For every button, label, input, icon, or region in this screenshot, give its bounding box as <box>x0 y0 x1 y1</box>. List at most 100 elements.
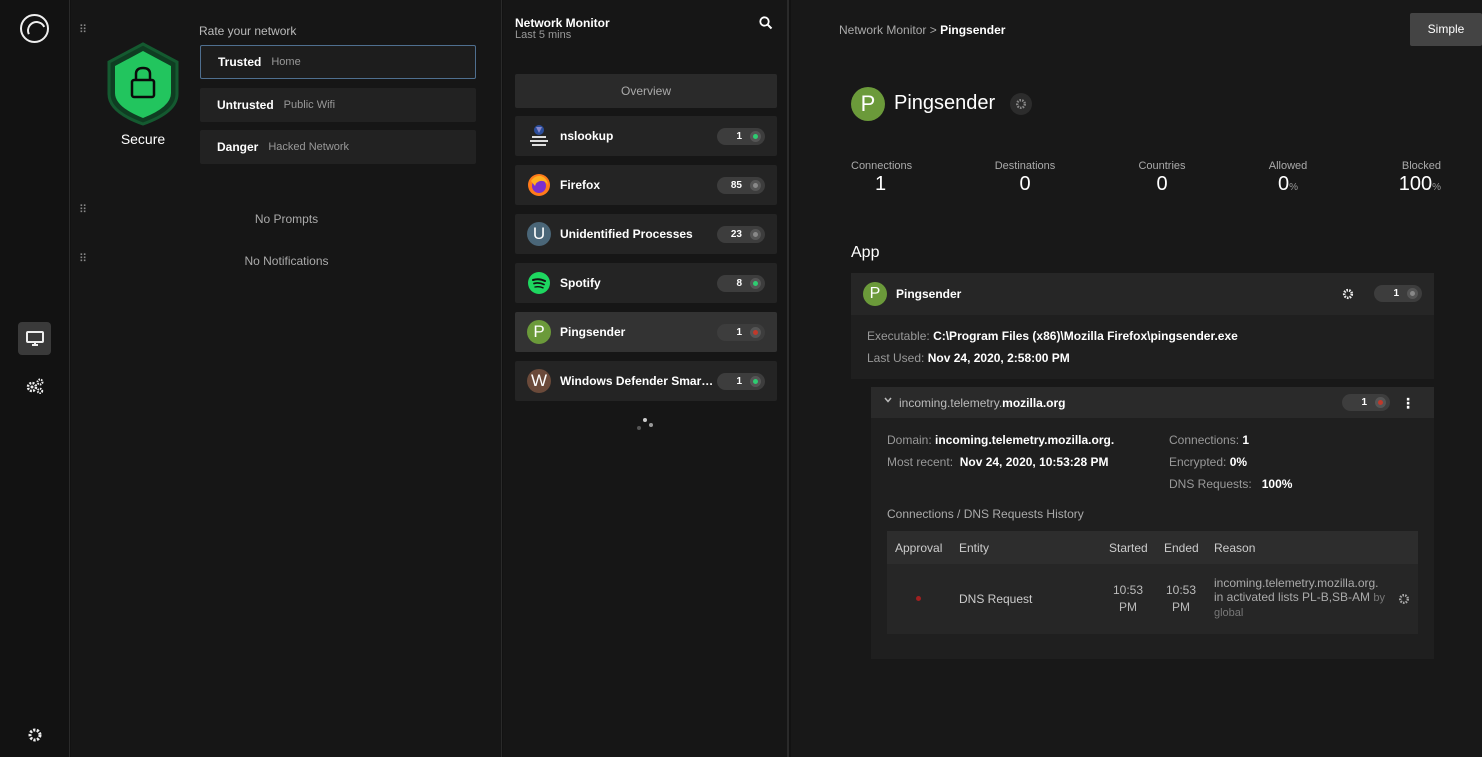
app-card-name: Pingsender <box>896 287 962 301</box>
connections-value: 1 <box>1242 433 1250 447</box>
secure-status-label: Secure <box>120 131 166 147</box>
monitor-icon[interactable] <box>18 322 51 355</box>
connection-count-badge: 1 <box>717 128 765 145</box>
stat-value: 1 <box>875 173 887 195</box>
nslookup-icon <box>527 124 551 148</box>
process-item-firefox[interactable]: Firefox 85 <box>515 165 777 205</box>
most-recent-value: Nov 24, 2020, 10:53:28 PM <box>959 455 1109 469</box>
rate-option-name: Trusted <box>218 55 262 69</box>
app-info-card: P Pingsender 1 Executable: C:\Program Fi… <box>851 273 1434 379</box>
settings-gear-icon[interactable] <box>18 718 51 751</box>
process-name: Windows Defender SmartS... <box>560 374 716 388</box>
gear-icon[interactable] <box>1342 288 1354 300</box>
app-card-header[interactable]: P Pingsender 1 <box>851 273 1434 315</box>
stat-connections: Connections 1 <box>851 160 913 196</box>
breadcrumb-root[interactable]: Network Monitor <box>839 23 926 37</box>
column-header[interactable]: Entity <box>959 541 989 555</box>
executable-row: Executable: C:\Program Files (x86)\Mozil… <box>867 329 1238 343</box>
rate-option-danger[interactable]: Danger Hacked Network <box>200 130 476 164</box>
domain-card: incoming.telemetry.mozilla.org 1 ⋮ Domai… <box>871 387 1434 659</box>
dns-requests-row: DNS Requests: 100% <box>1169 477 1293 491</box>
process-item-windows-defender[interactable]: W Windows Defender SmartS... 1 <box>515 361 777 401</box>
process-name: nslookup <box>560 129 614 143</box>
process-item-unidentified[interactable]: U Unidentified Processes 23 <box>515 214 777 254</box>
list-panel-subtitle: Last 5 mins <box>515 29 572 41</box>
process-name: Spotify <box>560 276 601 290</box>
drag-handle-icon[interactable]: ⠿ <box>79 25 89 39</box>
stat-value: 0 <box>1019 173 1031 195</box>
status-dot-icon <box>750 376 761 387</box>
stat-value: 0 <box>1156 173 1168 195</box>
stat-label: Allowed <box>1268 160 1308 172</box>
no-prompts-label: No Prompts <box>254 212 319 226</box>
connection-count: 8 <box>736 278 742 289</box>
process-name: Unidentified Processes <box>560 227 693 241</box>
table-row[interactable]: DNS Request 10:53 PM 10:53 PM incoming.tel… <box>887 564 1418 634</box>
column-header[interactable]: Started <box>1109 541 1148 555</box>
encrypted-value: 0% <box>1229 455 1248 469</box>
stat-value: 100% <box>1398 173 1441 195</box>
list-panel-title: Network Monitor <box>515 16 610 30</box>
rate-option-untrusted[interactable]: Untrusted Public Wifi <box>200 88 476 122</box>
shield-lock-icon <box>107 42 179 126</box>
breadcrumb: Network Monitor > Pingsender <box>839 23 1005 37</box>
app-title: Pingsender <box>894 92 996 114</box>
gear-icon[interactable] <box>1398 593 1410 605</box>
network-status-panel: ⠿ ⠿ ⠿ Secure Rate your network Trusted H… <box>71 0 502 757</box>
breadcrumb-current: Pingsender <box>940 23 1006 37</box>
status-dot-icon <box>750 180 761 191</box>
status-dot-icon <box>1407 288 1418 299</box>
started-cell: 10:53 PM <box>1113 583 1144 614</box>
rate-option-desc: Hacked Network <box>268 141 350 153</box>
connection-count: 1 <box>736 131 742 142</box>
column-header[interactable]: Ended <box>1164 541 1199 555</box>
domain-card-header[interactable]: incoming.telemetry.mozilla.org 1 ⋮ <box>871 387 1434 418</box>
entity-cell: DNS Request <box>959 592 1033 606</box>
icon-sidebar <box>0 0 70 757</box>
app-section-title: App <box>851 244 880 261</box>
app-avatar: P <box>863 282 887 306</box>
status-dot-icon <box>750 327 761 338</box>
process-avatar: W <box>527 369 551 393</box>
stat-allowed: Allowed 0% <box>1258 160 1318 196</box>
process-item-spotify[interactable]: Spotify 8 <box>515 263 777 303</box>
status-dot-icon <box>750 278 761 289</box>
encrypted-row: Encrypted: 0% <box>1169 455 1248 469</box>
cogs-icon[interactable] <box>18 369 51 402</box>
process-item-pingsender[interactable]: P Pingsender 1 <box>515 312 777 352</box>
firefox-icon <box>527 173 551 197</box>
connection-count-badge: 23 <box>717 226 765 243</box>
rate-option-trusted[interactable]: Trusted Home <box>200 45 476 79</box>
process-name: Firefox <box>560 178 601 192</box>
search-icon[interactable] <box>759 16 773 30</box>
connection-count: 23 <box>730 229 742 240</box>
app-detail-panel: Network Monitor > Pingsender Simple P Pi… <box>791 0 1482 757</box>
overview-button[interactable]: Overview <box>515 74 777 108</box>
app-logo-icon[interactable] <box>20 14 49 43</box>
loading-spinner-icon <box>637 418 657 434</box>
connections-row: Connections: 1 <box>1169 433 1250 447</box>
stat-label: Connections <box>851 160 913 172</box>
last-used-value: Nov 24, 2020, 2:58:00 PM <box>927 351 1070 365</box>
table-header: Approval Entity Started Ended Reason <box>887 531 1418 564</box>
more-options-icon[interactable]: ⋮ <box>1401 395 1415 412</box>
connection-count: 1 <box>1361 397 1367 408</box>
process-item-nslookup[interactable]: nslookup 1 <box>515 116 777 156</box>
spotify-icon <box>527 271 551 295</box>
connection-count-badge: 8 <box>717 275 765 292</box>
chevron-down-icon[interactable] <box>883 395 893 405</box>
connection-count-badge: 1 <box>1342 394 1390 411</box>
domain-value: incoming.telemetry.mozilla.org. <box>935 433 1115 447</box>
column-header[interactable]: Approval <box>895 541 942 555</box>
rate-option-name: Danger <box>217 140 259 154</box>
stat-label: Blocked <box>1401 160 1441 172</box>
connection-count: 1 <box>1393 288 1399 299</box>
app-settings-gear-icon[interactable] <box>1010 93 1032 115</box>
connection-count-badge: 85 <box>717 177 765 194</box>
connection-count: 1 <box>736 327 742 338</box>
column-header[interactable]: Reason <box>1214 541 1255 555</box>
rate-option-name: Untrusted <box>217 98 274 112</box>
last-used-row: Last Used: Nov 24, 2020, 2:58:00 PM <box>867 351 1070 365</box>
connection-count: 85 <box>730 180 742 191</box>
simple-mode-button[interactable]: Simple <box>1410 13 1482 46</box>
